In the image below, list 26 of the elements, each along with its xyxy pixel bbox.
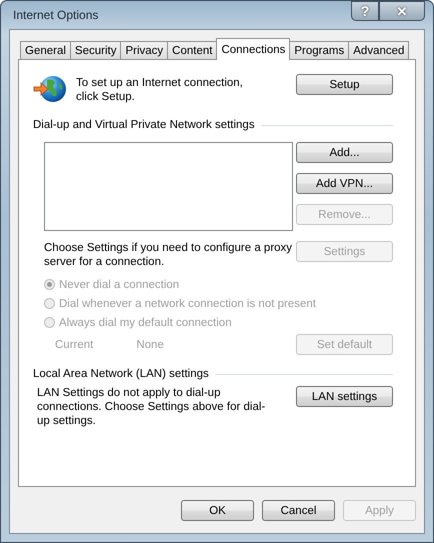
radio-label: Always dial my default connection (59, 316, 232, 328)
proxy-text: Choose Settings if you need to configure a proxy server for a connection. (44, 241, 294, 269)
globe-icon (33, 74, 67, 104)
tab[interactable]: Privacy (120, 41, 168, 60)
tab[interactable]: General (20, 41, 71, 60)
section-heading: Local Area Network (LAN) settings (33, 367, 209, 381)
setup-button[interactable]: Setup (296, 74, 393, 95)
connection-list[interactable] (44, 142, 293, 231)
tab[interactable]: Connections (216, 38, 290, 60)
setup-text: To set up an Internet connection, click Setup. (76, 76, 244, 104)
radio-label: Never dial a connection (59, 278, 180, 290)
window-title: Internet Options (12, 8, 98, 22)
dialog-button[interactable]: Cancel (262, 500, 335, 521)
dialog-button[interactable]: OK (181, 500, 254, 521)
current-value: None (136, 338, 164, 352)
current-label: Current (55, 338, 94, 352)
tab[interactable]: Programs (289, 41, 350, 60)
lan-text: LAN Settings do not apply to dial-up connections. Choose Settings above for dial-up settings. (37, 386, 266, 428)
dialup-button[interactable]: Add VPN... (296, 173, 393, 194)
tab[interactable]: Advanced (348, 41, 410, 60)
section-heading: Dial-up and Virtual Private Network settings (33, 118, 255, 132)
lan-settings-button[interactable]: LAN settings (296, 386, 393, 407)
tab[interactable]: Content (167, 41, 218, 60)
dialup-button[interactable]: Add... (296, 142, 393, 163)
tab[interactable]: Security (70, 41, 122, 60)
radio-label: Dial whenever a network connection is not present (59, 298, 316, 310)
